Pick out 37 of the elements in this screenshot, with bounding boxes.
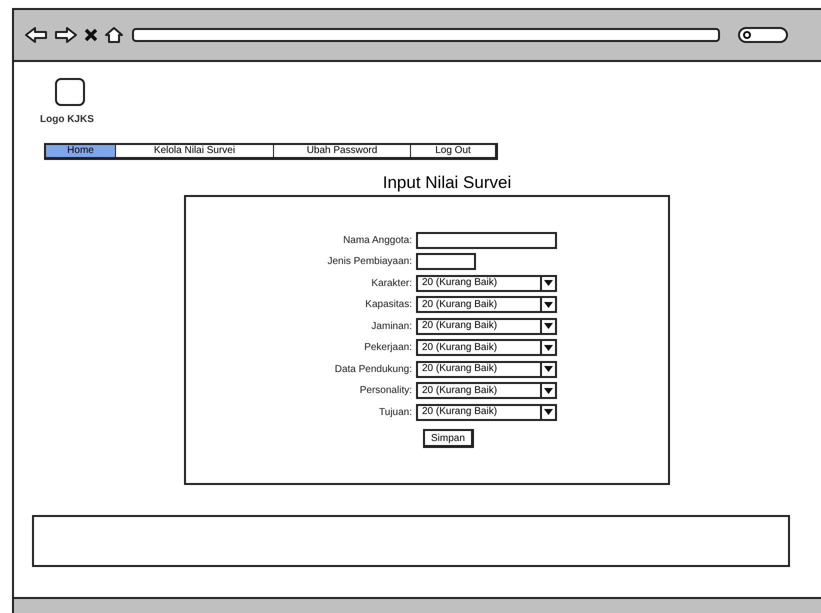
back-icon[interactable] — [24, 26, 48, 44]
close-icon[interactable] — [84, 28, 98, 42]
save-button[interactable]: Simpan — [423, 428, 474, 448]
text-field[interactable] — [416, 232, 557, 248]
caret-icon — [544, 366, 553, 372]
field-label: Nama Anggota: — [342, 234, 413, 248]
search-field[interactable] — [738, 27, 788, 43]
field-label: Karakter: — [370, 276, 413, 290]
field-label: Kapasitas: — [364, 298, 413, 312]
field-label: Data Pendukung: — [334, 362, 413, 376]
dropdown[interactable]: 20 (Kurang Baik) — [416, 404, 557, 420]
field-label: Personality: — [358, 384, 413, 398]
logo-label: Logo KJKS — [40, 113, 94, 127]
address-bar[interactable] — [132, 28, 720, 42]
caret-icon — [544, 388, 553, 394]
nav-tab[interactable]: Home — [46, 145, 115, 157]
page-title: Input Nilai Survei — [382, 172, 512, 194]
dropdown[interactable]: 20 (Kurang Baik) — [416, 382, 557, 399]
text-field[interactable] — [416, 253, 476, 270]
dropdown[interactable]: 20 (Kurang Baik) — [416, 339, 557, 356]
forward-icon[interactable] — [54, 26, 78, 44]
caret-icon — [544, 323, 553, 329]
dropdown[interactable]: 20 (Kurang Baik) — [416, 318, 557, 334]
caret-icon — [544, 302, 553, 308]
logo-placeholder — [55, 78, 85, 106]
field-label: Pekerjaan: — [363, 341, 413, 355]
field-label: Tujuan: — [378, 406, 413, 420]
caret-icon — [544, 344, 553, 350]
search-icon — [742, 30, 752, 40]
field-label: Jenis Pembiayaan: — [326, 255, 413, 269]
dropdown[interactable]: 20 (Kurang Baik) — [416, 274, 557, 292]
caret-icon — [544, 280, 553, 286]
dropdown[interactable]: 20 (Kurang Baik) — [416, 296, 557, 313]
caret-icon — [544, 409, 553, 415]
home-icon[interactable] — [104, 26, 124, 44]
dropdown[interactable]: 20 (Kurang Baik) — [416, 360, 557, 378]
field-label: Jaminan: — [370, 320, 413, 334]
